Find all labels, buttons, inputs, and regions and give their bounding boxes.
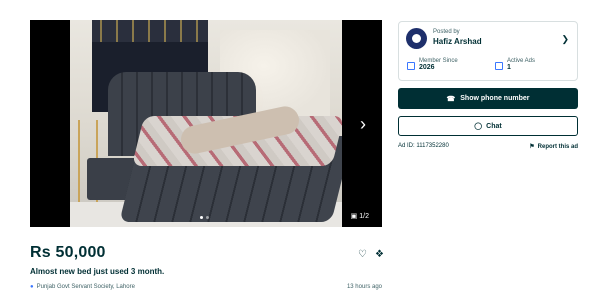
listing-title: Almost new bed just used 3 month. xyxy=(30,267,165,276)
flag-icon: ⚑ xyxy=(529,144,535,150)
show-phone-label: Show phone number xyxy=(460,95,530,102)
phone-icon: ☎ xyxy=(446,95,456,103)
seller-avatar xyxy=(406,28,427,49)
member-since-value: 2026 xyxy=(419,64,435,71)
chat-label: Chat xyxy=(486,122,502,130)
posted-time: 13 hours ago xyxy=(346,284,382,290)
share-icon[interactable]: ❖ xyxy=(375,249,384,260)
chevron-right-icon: › xyxy=(360,113,366,134)
active-ads-label: Active Ads xyxy=(507,58,536,64)
calendar-icon xyxy=(407,62,415,70)
image-count: 1/2 xyxy=(359,212,369,220)
location-text: Punjab Govt Servant Society, Lahore xyxy=(36,284,135,290)
posted-by-label: Posted by xyxy=(433,29,460,35)
next-image-button[interactable]: › xyxy=(352,113,374,135)
show-phone-button[interactable]: ☎ Show phone number xyxy=(398,88,578,109)
chat-icon: ◯ xyxy=(474,123,483,130)
image-dots xyxy=(200,216,209,219)
chat-button[interactable]: ◯ Chat xyxy=(398,116,578,136)
listing-location: ● Punjab Govt Servant Society, Lahore xyxy=(30,284,135,290)
chevron-right-icon: ❯ xyxy=(561,34,569,44)
ads-icon xyxy=(495,62,503,70)
report-ad-link[interactable]: ⚑ Report this ad xyxy=(529,143,578,151)
image-dot-active[interactable] xyxy=(200,216,203,219)
image-dot[interactable] xyxy=(206,216,209,219)
user-icon xyxy=(412,34,421,43)
location-pin-icon: ● xyxy=(30,284,34,290)
report-label: Report this ad xyxy=(537,143,578,150)
image-gallery[interactable]: › ▣ 1/2 xyxy=(30,20,382,227)
active-ads-value: 1 xyxy=(507,64,511,71)
seller-card[interactable]: Posted by Hafiz Arshad ❯ Member Since 20… xyxy=(398,21,578,81)
ad-id: Ad ID: 1117352280 xyxy=(398,143,449,149)
listing-actions: ♡ ❖ xyxy=(358,249,384,260)
seller-name: Hafiz Arshad xyxy=(433,37,482,46)
listing-photo xyxy=(70,20,342,227)
member-since: Member Since 2026 xyxy=(407,58,458,71)
listing-price: Rs 50,000 xyxy=(30,244,106,261)
ad-detail-page: › ▣ 1/2 Rs 50,000 ♡ ❖ Almost new bed jus… xyxy=(0,0,614,300)
image-count-badge: ▣ 1/2 xyxy=(346,210,373,222)
active-ads: Active Ads 1 xyxy=(495,58,535,71)
camera-icon: ▣ xyxy=(350,213,358,220)
heart-icon[interactable]: ♡ xyxy=(358,249,367,260)
